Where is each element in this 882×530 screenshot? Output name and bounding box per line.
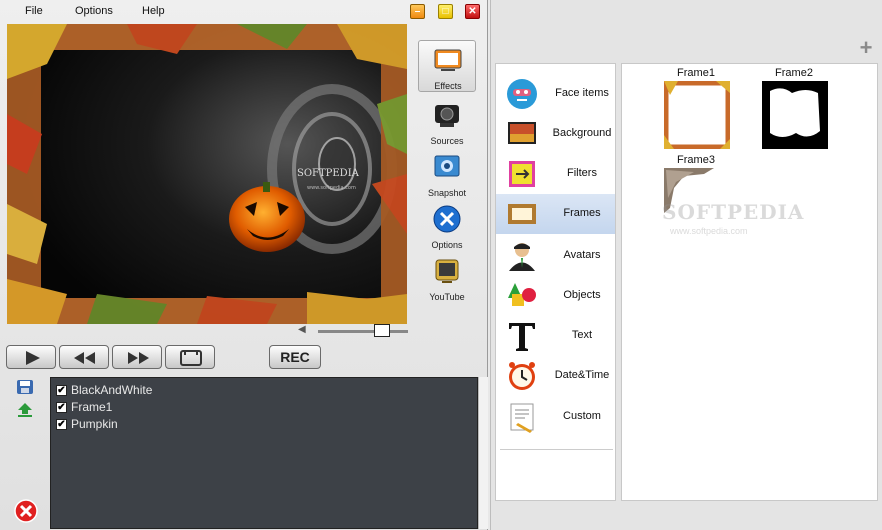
frames-gallery: Frame1 Frame2 Frame3 SOFTPEDIA www.softp… bbox=[621, 63, 878, 501]
main-window: File Options Help – □ ✕ SOFTPEDIA www.so… bbox=[0, 0, 488, 530]
preview-logo-text: SOFTPEDIA bbox=[297, 168, 360, 179]
shapes-icon bbox=[508, 283, 536, 306]
watermark-text: SOFTPEDIA bbox=[662, 200, 805, 224]
tool-sources-label: Sources bbox=[430, 136, 464, 146]
text-t-icon bbox=[509, 323, 535, 351]
play-button[interactable] bbox=[6, 345, 56, 369]
camera-icon bbox=[435, 105, 459, 127]
frame-label: Frame1 bbox=[677, 67, 715, 79]
category-label: Objects bbox=[563, 289, 601, 301]
preview-logo-url: www.softpedia.com bbox=[307, 185, 356, 191]
layer-label: Frame1 bbox=[71, 400, 113, 414]
layer-label: BlackAndWhite bbox=[71, 383, 153, 397]
category-label: Face items bbox=[555, 87, 609, 99]
snapshot-icon bbox=[434, 155, 460, 177]
record-clip-button[interactable] bbox=[165, 345, 215, 369]
filters-icon bbox=[509, 161, 535, 187]
custom-document-icon bbox=[510, 403, 534, 433]
webcam-preview: SOFTPEDIA www.softpedia.com bbox=[7, 24, 407, 324]
options-tools-icon bbox=[433, 205, 461, 233]
layer-label: Pumpkin bbox=[71, 417, 118, 431]
effects-layers-list: ✔ BlackAndWhite ✔ Frame1 ✔ Pumpkin bbox=[50, 377, 478, 529]
category-frames[interactable]: Frames bbox=[496, 194, 615, 234]
category-label: Date&Time bbox=[554, 369, 610, 381]
tool-effects-label: Effects bbox=[434, 81, 462, 91]
youtube-tv-icon bbox=[435, 259, 459, 283]
frame-label: Frame2 bbox=[775, 67, 813, 79]
delete-icon[interactable] bbox=[14, 499, 38, 523]
category-date-time[interactable]: Date&Time bbox=[496, 356, 615, 396]
frame2-image bbox=[762, 81, 828, 149]
effects-window: + Face items Background Filters Frames A… bbox=[490, 0, 882, 530]
category-face-items[interactable]: Face items bbox=[496, 74, 615, 114]
category-divider bbox=[500, 449, 613, 450]
close-window-button[interactable]: ✕ bbox=[465, 4, 480, 19]
volume-slider-thumb[interactable] bbox=[374, 324, 390, 337]
save-icon[interactable] bbox=[16, 379, 34, 395]
watermark-url: www.softpedia.com bbox=[670, 226, 748, 236]
tool-snapshot[interactable]: Snapshot bbox=[418, 148, 476, 200]
volume-control: ◀ bbox=[298, 324, 408, 338]
category-background[interactable]: Background bbox=[496, 114, 615, 154]
layers-area: ✔ BlackAndWhite ✔ Frame1 ✔ Pumpkin bbox=[0, 375, 488, 530]
frame1-image bbox=[664, 81, 730, 149]
frame-icon bbox=[508, 204, 536, 224]
volume-track[interactable] bbox=[318, 330, 408, 333]
tool-effects[interactable]: Effects bbox=[418, 40, 476, 92]
layer-checkbox[interactable]: ✔ bbox=[56, 419, 67, 430]
menu-help[interactable]: Help bbox=[142, 5, 165, 17]
fast-forward-icon bbox=[128, 352, 149, 364]
tool-youtube[interactable]: YouTube bbox=[418, 252, 476, 304]
tool-snapshot-label: Snapshot bbox=[427, 188, 467, 198]
clip-icon bbox=[180, 350, 202, 366]
rewind-button[interactable] bbox=[59, 345, 109, 369]
maximize-button[interactable]: □ bbox=[438, 4, 453, 19]
tool-youtube-label: YouTube bbox=[429, 292, 465, 302]
preview-image: SOFTPEDIA www.softpedia.com bbox=[7, 24, 407, 324]
layers-scrollbar[interactable] bbox=[478, 377, 488, 529]
tool-sources[interactable]: Sources bbox=[418, 96, 476, 148]
category-label: Background bbox=[552, 127, 612, 139]
add-effect-button[interactable]: + bbox=[857, 37, 875, 59]
speaker-icon: ◀ bbox=[298, 324, 306, 335]
plus-icon: + bbox=[859, 35, 873, 60]
background-icon bbox=[508, 122, 536, 144]
rec-button[interactable]: REC bbox=[269, 345, 321, 369]
category-label: Text bbox=[571, 329, 593, 341]
category-label: Custom bbox=[563, 410, 601, 422]
upload-icon[interactable] bbox=[16, 402, 34, 418]
menu-file[interactable]: File bbox=[25, 5, 43, 17]
category-objects[interactable]: Objects bbox=[496, 276, 615, 316]
alarm-clock-icon bbox=[509, 362, 535, 390]
category-label: Filters bbox=[567, 167, 597, 179]
play-icon bbox=[26, 351, 40, 365]
avatar-icon bbox=[509, 243, 535, 271]
category-label: Frames bbox=[563, 207, 601, 219]
category-custom[interactable]: Custom bbox=[496, 397, 615, 437]
effects-icon bbox=[434, 49, 462, 71]
menu-options[interactable]: Options bbox=[75, 5, 113, 17]
category-label: Avatars bbox=[563, 249, 601, 261]
tool-options[interactable]: Options bbox=[418, 200, 476, 252]
category-list: Face items Background Filters Frames Ava… bbox=[495, 63, 616, 501]
frame-label: Frame3 bbox=[677, 154, 715, 166]
category-avatars[interactable]: Avatars bbox=[496, 236, 615, 276]
category-filters[interactable]: Filters bbox=[496, 154, 615, 194]
layer-checkbox[interactable]: ✔ bbox=[56, 385, 67, 396]
rewind-icon bbox=[74, 352, 95, 364]
fast-forward-button[interactable] bbox=[112, 345, 162, 369]
tool-options-label: Options bbox=[431, 240, 463, 250]
mask-icon bbox=[507, 79, 537, 109]
layer-checkbox[interactable]: ✔ bbox=[56, 402, 67, 413]
category-text[interactable]: Text bbox=[496, 316, 615, 356]
minimize-button[interactable]: – bbox=[410, 4, 425, 19]
menu-bar: File Options Help – □ ✕ bbox=[0, 0, 488, 22]
